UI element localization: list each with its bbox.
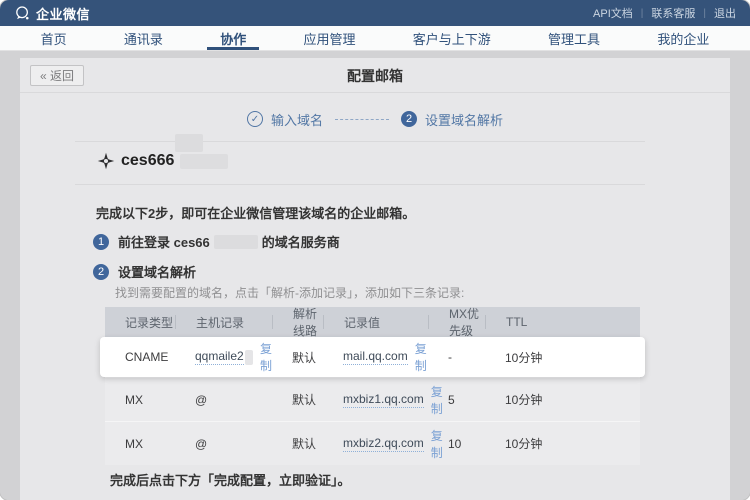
redaction-box (180, 154, 228, 169)
copy-value-link[interactable]: 复制 (415, 340, 428, 374)
tab-collaboration[interactable]: 协作 (214, 26, 252, 50)
table-row-mx2: MX @ 默认 mxbiz2.qq.com 复制 10 10分钟 (105, 421, 640, 465)
mx-priority: - (428, 350, 485, 364)
record-value-text[interactable]: mail.qq.com (343, 349, 408, 365)
step2-badge: 2 (401, 111, 417, 127)
step2-label: 设置域名解析 (425, 110, 503, 129)
record-type: MX (105, 393, 175, 407)
record-value-text[interactable]: mxbiz1.qq.com (343, 392, 424, 408)
redaction-box (245, 350, 253, 365)
step-connector (335, 119, 389, 120)
step1-text-post: 的域名服务商 (262, 232, 340, 251)
domain-name: ces666 (121, 152, 174, 170)
step1-text: 前往登录 ces66 的域名服务商 (118, 232, 340, 251)
page-title: 配置邮箱 (20, 58, 730, 93)
step2-description: 找到需要配置的域名，点击「解析-添加记录」，添加如下三条记录: (115, 284, 464, 301)
brand: 企业微信 (14, 4, 90, 23)
divider (75, 141, 645, 142)
topbar-links: API文档 | 联系客服 | 退出 (593, 5, 736, 21)
step2-title: 设置域名解析 (118, 262, 196, 281)
host-record: @ (175, 393, 272, 407)
divider (75, 184, 645, 185)
step1-label: 输入域名 (271, 110, 323, 129)
resolution-line: 默认 (272, 349, 323, 366)
host-record-value[interactable]: qqmaile2 (195, 349, 244, 365)
step1-number-badge: 1 (93, 234, 109, 250)
chat-bubble-icon (14, 5, 31, 22)
host-record: @ (175, 437, 272, 451)
tab-home[interactable]: 首页 (35, 26, 73, 50)
redaction-box (214, 235, 258, 249)
instruction-step-1: 1 前往登录 ces66 的域名服务商 (93, 232, 340, 251)
col-host-record: 主机记录 (175, 315, 272, 329)
content-panel: « 返回 配置邮箱 ✓ 输入域名 2 设置域名解析 ces666 (20, 58, 730, 500)
ttl-value: 10分钟 (485, 349, 640, 366)
step1-text-pre: 前往登录 ces66 (118, 232, 210, 251)
app-window: 企业微信 API文档 | 联系客服 | 退出 首页 通讯录 协作 应用管理 客户… (0, 0, 750, 500)
col-resolution-line: 解析线路 (272, 315, 323, 329)
record-value: mxbiz1.qq.com 复制 (323, 383, 428, 417)
contact-support-link[interactable]: 联系客服 (651, 5, 695, 21)
logout-link[interactable]: 退出 (714, 5, 736, 21)
tab-contacts[interactable]: 通讯录 (118, 26, 169, 50)
col-record-value: 记录值 (323, 315, 428, 329)
check-icon: ✓ (247, 111, 263, 127)
footer-instruction: 完成后点击下方「完成配置，立即验证」。 (110, 470, 351, 489)
col-ttl: TTL (485, 315, 640, 329)
resolution-line: 默认 (272, 391, 323, 408)
resolution-line: 默认 (272, 435, 323, 452)
redaction-box (175, 134, 203, 152)
col-mx-priority: MX优先级 (428, 315, 485, 329)
record-value: mail.qq.com 复制 (323, 340, 428, 374)
separator: | (703, 8, 706, 19)
domain-row: ces666 (97, 151, 228, 171)
tab-app-management[interactable]: 应用管理 (297, 26, 361, 50)
table-row-cname: CNAME qqmaile2 复制 默认 mail.qq.com 复制 - 10… (100, 337, 645, 377)
dns-records-table: 记录类型 主机记录 解析线路 记录值 MX优先级 TTL CNAME qqmai… (105, 307, 640, 465)
tab-admin-tools[interactable]: 管理工具 (542, 26, 606, 50)
record-type: CNAME (105, 350, 175, 364)
tab-customers[interactable]: 客户与上下游 (407, 26, 497, 50)
topbar: 企业微信 API文档 | 联系客服 | 退出 (0, 0, 750, 26)
ttl-value: 10分钟 (485, 435, 640, 452)
ttl-value: 10分钟 (485, 391, 640, 408)
compass-domain-icon (97, 152, 115, 170)
steps-indicator: ✓ 输入域名 2 设置域名解析 (20, 110, 730, 128)
separator: | (641, 8, 644, 19)
table-header-row: 记录类型 主机记录 解析线路 记录值 MX优先级 TTL (105, 307, 640, 337)
record-value-text[interactable]: mxbiz2.qq.com (343, 436, 424, 452)
tab-my-company[interactable]: 我的企业 (651, 26, 715, 50)
main-nav: 首页 通讯录 协作 应用管理 客户与上下游 管理工具 我的企业 (0, 26, 750, 51)
api-docs-link[interactable]: API文档 (593, 5, 633, 21)
col-record-type: 记录类型 (105, 315, 175, 329)
mx-priority: 5 (428, 393, 485, 407)
table-row-mx1: MX @ 默认 mxbiz1.qq.com 复制 5 10分钟 (105, 377, 640, 421)
content-outer: « 返回 配置邮箱 ✓ 输入域名 2 设置域名解析 ces666 (0, 51, 750, 500)
mx-priority: 10 (428, 437, 485, 451)
record-type: MX (105, 437, 175, 451)
host-record: qqmaile2 复制 (175, 340, 272, 374)
copy-host-link[interactable]: 复制 (260, 340, 272, 374)
record-value: mxbiz2.qq.com 复制 (323, 427, 428, 461)
step2-number-badge: 2 (93, 264, 109, 280)
brand-name: 企业微信 (36, 4, 90, 23)
intro-text: 完成以下2步，即可在企业微信管理该域名的企业邮箱。 (96, 203, 415, 222)
instruction-step-2: 2 设置域名解析 (93, 262, 196, 281)
